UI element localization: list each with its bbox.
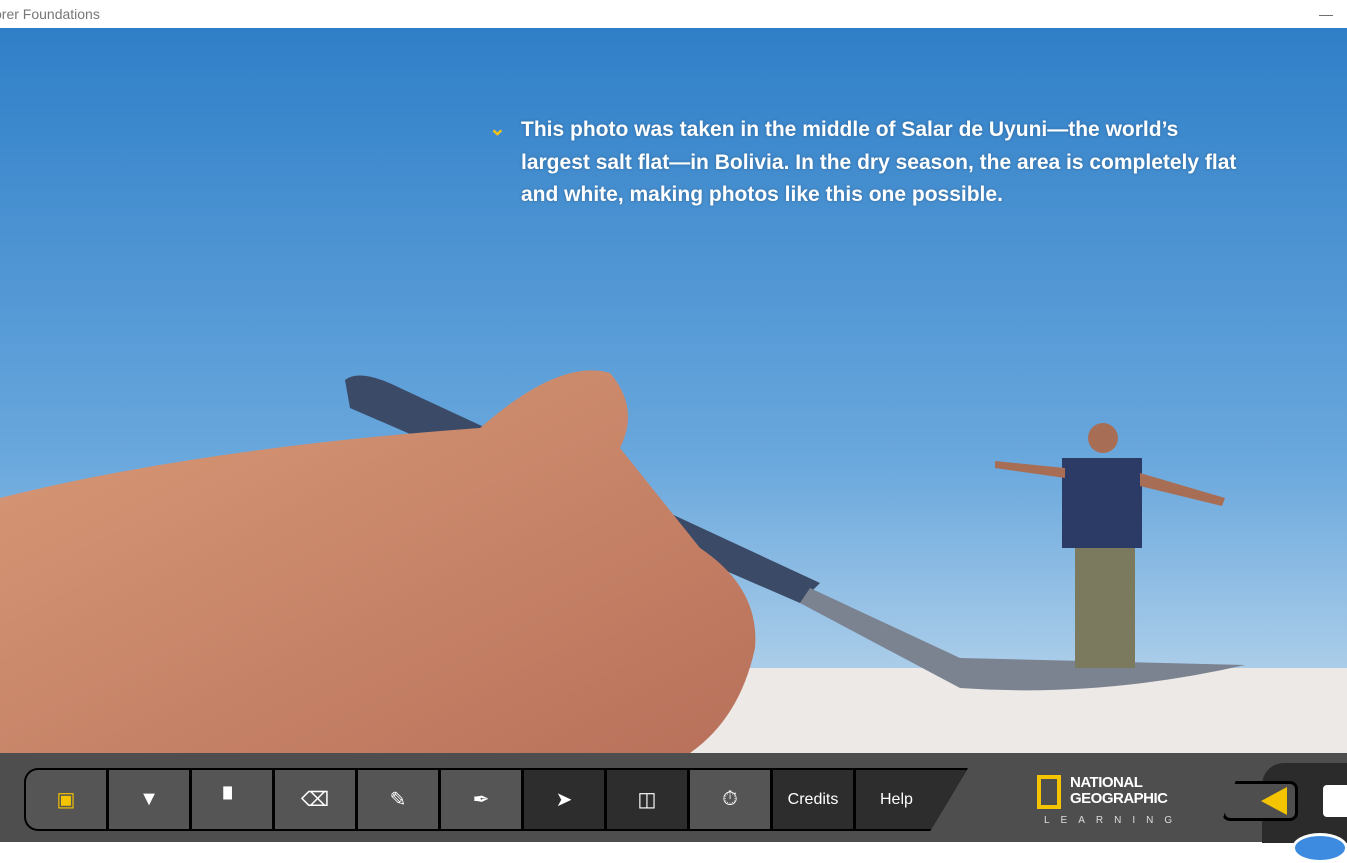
photo-caption: This photo was taken in the middle of Sa…: [521, 118, 1237, 206]
page-input[interactable]: [1323, 785, 1347, 817]
nav-circle-button[interactable]: [1292, 833, 1347, 863]
stopwatch-button[interactable]: ⏱: [690, 770, 770, 829]
media-button[interactable]: ▣: [26, 770, 106, 829]
pencil-button[interactable]: ✎: [358, 770, 438, 829]
chevron-down-icon[interactable]: ⌄: [489, 116, 506, 141]
eraser-icon: ⌫: [300, 789, 330, 811]
eraser-button[interactable]: ⌫: [275, 770, 355, 829]
squares-button[interactable]: ▘: [192, 770, 272, 829]
bottom-toolbar: ▣ ▼ ▘ ⌫ ✎ ✒ ➤ ◫ ⏱ Credits Help NATIONAL G…: [0, 753, 1347, 863]
arrow-left-icon: [1261, 787, 1287, 815]
book-button[interactable]: ◫: [607, 770, 687, 829]
projector-screen-icon: ▼: [139, 788, 159, 810]
credits-button[interactable]: Credits: [773, 770, 853, 829]
projector-button[interactable]: ▼: [109, 770, 189, 829]
tool-group: ▣ ▼ ▘ ⌫ ✎ ✒ ➤ ◫ ⏱ Credits Help: [24, 768, 968, 831]
minimize-button[interactable]: —: [1319, 0, 1333, 28]
pen-icon: ✒: [472, 789, 490, 811]
pen-button[interactable]: ✒: [441, 770, 521, 829]
pointer-button[interactable]: ➤: [524, 770, 604, 829]
stopwatch-icon: ⏱: [722, 788, 738, 810]
help-button[interactable]: Help: [856, 770, 966, 829]
media-icon: ▣: [56, 789, 76, 811]
title-bar: orer Foundations —: [0, 0, 1347, 28]
book-icon: ◫: [637, 789, 657, 811]
window-title: orer Foundations: [0, 6, 100, 22]
pencil-icon: ✎: [389, 789, 407, 811]
previous-page-button[interactable]: [1222, 781, 1298, 821]
squares-icon: ▘: [223, 786, 241, 812]
pointer-icon: ➤: [555, 789, 573, 811]
